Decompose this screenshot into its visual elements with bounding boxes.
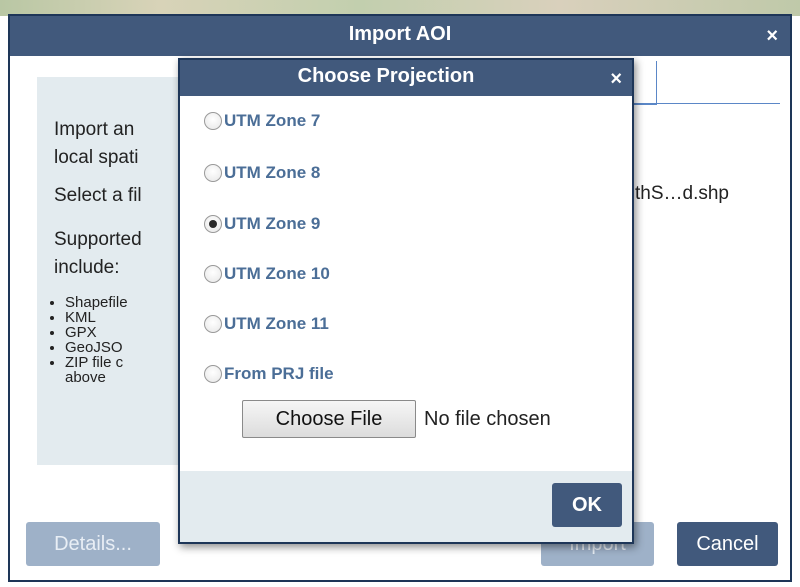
choose-projection-dialog: Choose Projection × UTM Zone 7 UTM Zone … bbox=[178, 58, 634, 544]
projection-option[interactable]: UTM Zone 11 bbox=[204, 314, 329, 334]
projection-option[interactable]: From PRJ file bbox=[204, 364, 334, 384]
radio-button[interactable] bbox=[204, 265, 222, 283]
projection-option-label[interactable]: UTM Zone 10 bbox=[224, 264, 330, 284]
format-item: GeoJSO bbox=[65, 340, 128, 355]
details-button[interactable]: Details... bbox=[26, 522, 160, 566]
select-file-text: Select a fil bbox=[54, 185, 142, 206]
projection-option-label[interactable]: UTM Zone 9 bbox=[224, 214, 320, 234]
radio-button[interactable] bbox=[204, 112, 222, 130]
cancel-button[interactable]: Cancel bbox=[677, 522, 778, 566]
ok-button[interactable]: OK bbox=[552, 483, 622, 527]
intro-line-1: Import an bbox=[54, 119, 135, 140]
projection-option[interactable]: UTM Zone 9 bbox=[204, 214, 320, 234]
projection-option[interactable]: UTM Zone 7 bbox=[204, 111, 320, 131]
projection-option-label[interactable]: UTM Zone 8 bbox=[224, 163, 320, 183]
close-icon[interactable]: × bbox=[766, 25, 778, 47]
prj-file-input: Choose File No file chosen bbox=[242, 400, 551, 438]
choose-projection-titlebar: Choose Projection × bbox=[180, 60, 632, 96]
projection-option[interactable]: UTM Zone 8 bbox=[204, 163, 320, 183]
format-item: GPX bbox=[65, 325, 128, 340]
choose-file-button[interactable]: Choose File bbox=[242, 400, 416, 438]
projection-option-label[interactable]: UTM Zone 11 bbox=[224, 314, 329, 334]
supported-line-2: include: bbox=[54, 257, 120, 278]
supported-formats-list: Shapefile KML GPX GeoJSO ZIP file c abov… bbox=[51, 295, 128, 385]
format-item: KML bbox=[65, 310, 128, 325]
radio-button[interactable] bbox=[204, 215, 222, 233]
supported-line-1: Supported bbox=[54, 229, 142, 250]
format-item: ZIP file c bbox=[65, 355, 128, 370]
import-aoi-titlebar: Import AOI × bbox=[10, 16, 790, 56]
selected-file-name: thS…d.shp bbox=[635, 183, 729, 204]
radio-button[interactable] bbox=[204, 315, 222, 333]
format-item-continued: above bbox=[65, 369, 106, 386]
tab-underline bbox=[630, 103, 780, 104]
radio-button[interactable] bbox=[204, 365, 222, 383]
file-status: No file chosen bbox=[424, 407, 551, 430]
projection-option-label[interactable]: UTM Zone 7 bbox=[224, 111, 320, 131]
close-icon[interactable]: × bbox=[610, 68, 622, 90]
format-item: Shapefile bbox=[65, 295, 128, 310]
projection-option-label[interactable]: From PRJ file bbox=[224, 364, 334, 384]
radio-button[interactable] bbox=[204, 164, 222, 182]
projection-dialog-footer: OK bbox=[180, 471, 632, 542]
dialog-title: Choose Projection bbox=[297, 65, 475, 87]
dialog-title: Import AOI bbox=[348, 23, 452, 45]
projection-option[interactable]: UTM Zone 10 bbox=[204, 264, 330, 284]
intro-line-2: local spati bbox=[54, 147, 139, 168]
